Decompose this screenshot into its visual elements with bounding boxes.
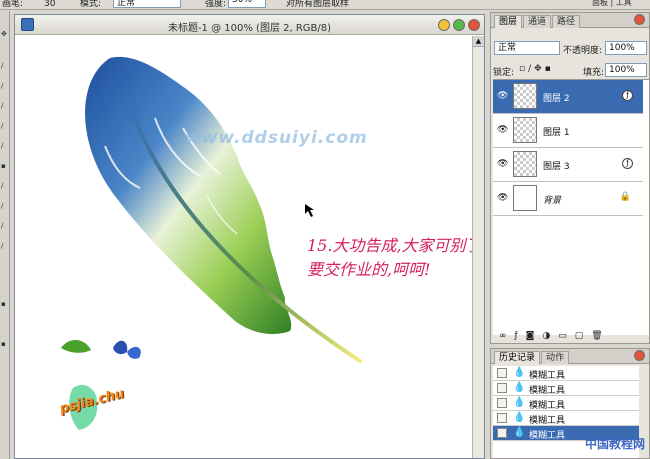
history-step-name: 模糊工具	[529, 371, 566, 381]
logo-leaf	[61, 339, 91, 353]
move-tool-icon[interactable]: ✥	[1, 31, 8, 38]
layer-row[interactable]: 👁 图层 2 ƒ	[493, 80, 643, 114]
document-canvas[interactable]: www.ddsuiyi.com 15.大功告成,大家可别了 要交作业的,呵呵! …	[15, 36, 472, 458]
brush-size[interactable]: 30	[44, 0, 55, 9]
tab-paths[interactable]: 路径	[552, 15, 581, 28]
caption-line-1: 15.大功告成,大家可别了	[307, 236, 472, 255]
workspace-switcher[interactable]: 面板 | 工具	[592, 0, 632, 8]
history-step-name: 模糊工具	[529, 431, 566, 441]
tab-layers[interactable]: 图层	[494, 15, 523, 28]
fill-label: 填充:	[583, 68, 605, 78]
blur-tool-icon: 💧	[513, 397, 526, 408]
blur-tool-icon: 💧	[513, 412, 526, 423]
options-bar: 画笔: 30 模式: 正常 强度: 50% 对所有图层取样 面板 | 工具	[0, 0, 650, 10]
history-step-name: 模糊工具	[529, 401, 566, 411]
tab-history[interactable]: 历史记录	[494, 351, 541, 364]
history-step[interactable]: 💧 模糊工具	[493, 366, 639, 381]
layer-thumbnail	[513, 117, 537, 143]
foreground-color-icon[interactable]: ▪	[1, 301, 8, 308]
vertical-scrollbar[interactable]: ▲	[472, 36, 484, 458]
eye-icon[interactable]: 👁	[497, 193, 508, 203]
document-title: 未标题-1 @ 100% (图层 2, RGB/8)	[167, 23, 332, 34]
toolbox: ✥ ∕ ∕ ∕ ∕ ∕ ▪ ∕ ∕ ∕ ∕ ▪ ▪	[0, 11, 10, 459]
fill-input[interactable]: 100%	[605, 63, 647, 77]
crop-tool-icon[interactable]: ∕	[1, 103, 8, 110]
history-step[interactable]: 💧 模糊工具	[493, 381, 639, 396]
lock-label: 锁定:	[493, 68, 515, 78]
blur-tool-icon: 💧	[513, 427, 526, 438]
caption-line-2: 要交作业的,呵呵!	[307, 260, 431, 279]
mouse-cursor-icon	[305, 204, 314, 217]
history-panel-tabs: 历史记录 动作	[491, 349, 649, 364]
tab-actions[interactable]: 动作	[541, 351, 570, 364]
document-titlebar[interactable]: 未标题-1 @ 100% (图层 2, RGB/8)	[15, 15, 484, 35]
feather-vane	[85, 56, 292, 334]
blend-mode-select[interactable]: 正常	[494, 41, 560, 55]
panel-close-button[interactable]	[634, 14, 645, 25]
layer-thumbnail	[513, 185, 537, 211]
maximize-button[interactable]	[453, 19, 465, 31]
strength-input[interactable]: 50%	[228, 0, 266, 8]
scroll-up-icon[interactable]: ▲	[473, 36, 484, 47]
minimize-button[interactable]	[438, 19, 450, 31]
close-button[interactable]	[468, 19, 480, 31]
eye-icon[interactable]: 👁	[497, 159, 508, 169]
layers-footer-icons[interactable]: ∞ƒ◙◑▭▢🗑	[499, 331, 611, 341]
eye-icon[interactable]: 👁	[497, 91, 508, 101]
layer-effect-icon[interactable]: ƒ	[622, 158, 633, 169]
quickmask-icon[interactable]: ▪	[1, 341, 8, 348]
blur-tool-icon[interactable]: ∕	[1, 203, 8, 210]
lasso-tool-icon[interactable]: ∕	[1, 63, 8, 70]
tab-channels[interactable]: 通道	[523, 15, 552, 28]
slice-tool-icon[interactable]: ∕	[1, 123, 8, 130]
eye-icon[interactable]: 👁	[497, 125, 508, 135]
text-tool-icon[interactable]: ∕	[1, 243, 8, 250]
brush-tool-icon[interactable]: ∕	[1, 143, 8, 150]
mode-label: 模式:	[80, 0, 102, 9]
wand-tool-icon[interactable]: ∕	[1, 83, 8, 90]
layers-panel: 图层 通道 路径 正常 不透明度: 100% 锁定: ▫∕✥▪ 填充: 100%…	[490, 12, 650, 344]
layer-effect-icon[interactable]: ƒ	[622, 90, 633, 101]
stamp-tool-icon[interactable]: ▪	[1, 163, 8, 170]
blur-tool-icon: 💧	[513, 382, 526, 393]
opacity-input[interactable]: 100%	[605, 41, 647, 55]
layer-row[interactable]: 👁 背景 🔒	[493, 182, 643, 216]
watermark-text: www.ddsuiyi.com	[185, 128, 368, 148]
layers-panel-tabs: 图层 通道 路径	[491, 13, 649, 28]
caption-text: 15.大功告成,大家可别了 要交作业的,呵呵!	[307, 234, 472, 282]
history-step[interactable]: 💧 模糊工具	[493, 411, 639, 426]
lock-icon: 🔒	[619, 192, 631, 202]
mode-select[interactable]: 正常	[113, 0, 181, 8]
layer-thumbnail	[513, 83, 537, 109]
history-panel: 历史记录 动作 💧 模糊工具 💧 模糊工具 💧 模糊工具 💧 模糊工具 💧 模糊…	[490, 348, 650, 459]
sample-all-layers-label[interactable]: 对所有图层取样	[286, 0, 349, 9]
lock-icons[interactable]: ▫∕✥▪	[519, 64, 554, 74]
history-step-name: 模糊工具	[529, 416, 566, 426]
opacity-label: 不透明度:	[563, 46, 603, 56]
eraser-tool-icon[interactable]: ∕	[1, 183, 8, 190]
tool-label: 画笔:	[2, 0, 24, 9]
history-step-name: 模糊工具	[529, 386, 566, 396]
history-close-button[interactable]	[634, 350, 645, 361]
blur-tool-icon: 💧	[513, 367, 526, 378]
layer-row[interactable]: 👁 图层 3 ƒ	[493, 148, 643, 182]
site-brand-watermark: 中国教程网	[584, 437, 645, 451]
layer-name: 图层 1	[543, 128, 570, 138]
layer-row[interactable]: 👁 图层 1	[493, 114, 643, 148]
document-window: 未标题-1 @ 100% (图层 2, RGB/8) www.ddsuiyi.c…	[14, 14, 485, 459]
layer-name: 图层 3	[543, 162, 570, 172]
layers-list: 👁 图层 2 ƒ 👁 图层 1 👁 图层 3 ƒ 👁 背景 🔒	[493, 79, 649, 335]
layer-name: 图层 2	[543, 94, 570, 104]
pen-tool-icon[interactable]: ∕	[1, 223, 8, 230]
strength-label: 强度:	[205, 0, 227, 9]
layer-thumbnail	[513, 151, 537, 177]
butterfly-icon	[113, 340, 128, 355]
layer-name: 背景	[543, 196, 562, 206]
history-step[interactable]: 💧 模糊工具	[493, 396, 639, 411]
